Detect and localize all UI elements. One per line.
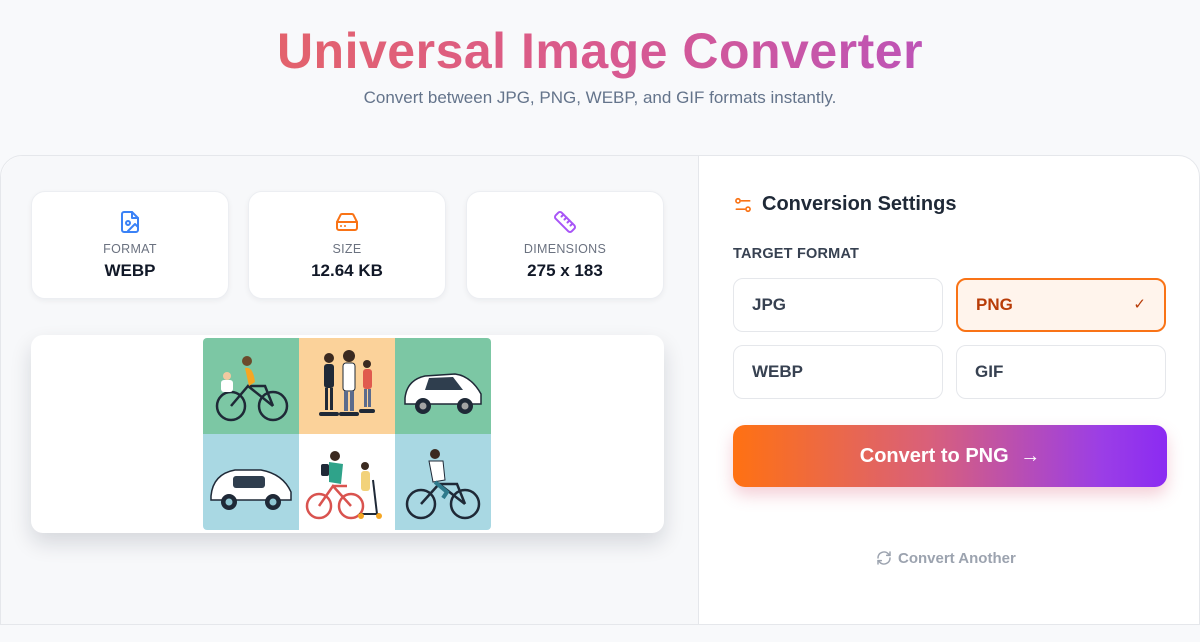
format-option-webp[interactable]: WEBP: [733, 345, 943, 399]
format-option-gif[interactable]: GIF: [956, 345, 1166, 399]
dimensions-label: DIMENSIONS: [523, 242, 607, 256]
convert-button-label: Convert to PNG: [859, 445, 1009, 467]
man-on-bicycle: [395, 434, 491, 530]
size-stat-card: SIZE 12.64 KB: [248, 191, 446, 299]
target-format-label: TARGET FORMAT: [733, 246, 860, 262]
hard-drive-icon: [249, 210, 445, 234]
arrow-right-icon: →: [1020, 445, 1041, 467]
format-stat-card: FORMAT WEBP: [31, 191, 229, 299]
convert-button[interactable]: Convert to PNG →: [733, 425, 1167, 487]
woman-cycling-child-seat: [203, 338, 299, 434]
format-option-label: JPG: [752, 295, 787, 314]
convert-another-label: Convert Another: [898, 550, 1016, 567]
format-option-label: WEBP: [752, 362, 803, 381]
format-label: FORMAT: [103, 242, 157, 256]
couple-bike-and-scooter: [299, 434, 395, 530]
refresh-icon: [877, 551, 891, 565]
dimensions-value: 275 x 183: [527, 261, 603, 280]
format-option-jpg[interactable]: JPG: [733, 278, 943, 332]
checkmark-icon: ✓: [1133, 296, 1146, 313]
size-label: SIZE: [332, 242, 362, 256]
settings-title: Conversion Settings: [762, 193, 957, 215]
panel-divider: [698, 156, 699, 624]
size-value: 12.64 KB: [311, 261, 383, 280]
white-electric-car: [395, 338, 491, 434]
image-file-icon: [32, 210, 228, 234]
sliders-icon: [733, 195, 753, 215]
white-car-side: [203, 434, 299, 530]
ruler-icon: [467, 210, 663, 234]
dimensions-stat-card: DIMENSIONS 275 x 183: [466, 191, 664, 299]
page-subtitle: Convert between JPG, PNG, WEBP, and GIF …: [363, 88, 837, 107]
format-option-png[interactable]: PNG ✓: [956, 278, 1166, 332]
convert-another-button[interactable]: Convert Another: [876, 550, 1016, 567]
format-option-label: PNG: [976, 295, 1013, 314]
preview-image: [203, 338, 491, 530]
page-title: Universal Image Converter: [0, 22, 1200, 80]
format-option-label: GIF: [975, 362, 1004, 381]
family-on-hoverboards: [299, 338, 395, 434]
format-value: WEBP: [104, 261, 156, 280]
